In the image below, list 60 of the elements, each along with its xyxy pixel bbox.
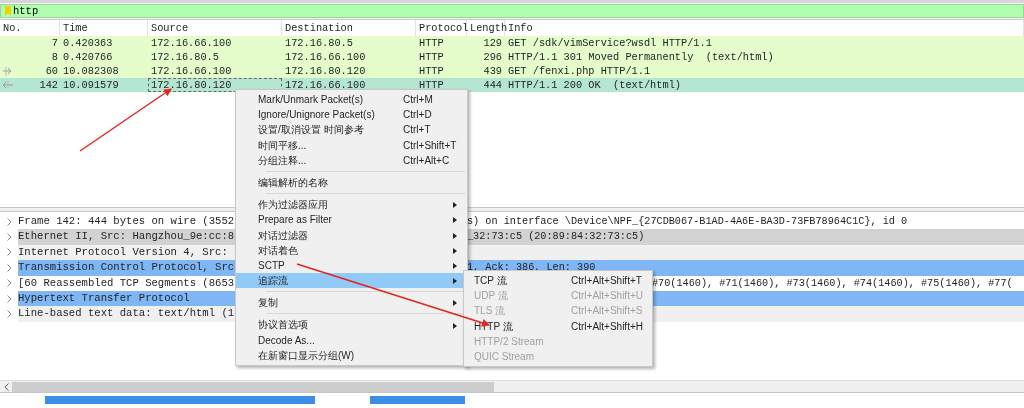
table-cell-text: 444 (482, 78, 503, 92)
table-cell-text: 172.16.80.5 (284, 36, 354, 50)
menu-item[interactable]: 编辑解析的名称 (236, 174, 467, 191)
detail-text: Ethernet II, Src: Hangzhou_9e:cc:8 (18, 229, 235, 245)
table-cell-text: 172.16.80.5 (150, 50, 220, 64)
menu-item[interactable]: Mark/Unmark Packet(s) Ctrl+M (236, 92, 467, 108)
menu-item[interactable]: Prepare as Filter (236, 212, 467, 228)
table-cell-text: HTTP/1.1 200 OK (text/html) (507, 78, 683, 92)
table-cell-text: 172.16.66.100 (150, 64, 233, 78)
table-cell-text: HTTP/1.1 301 Moved Permanently (text/html) (507, 50, 775, 64)
table-cell-text: HTTP (418, 36, 445, 50)
table-cell: 7 (51, 36, 58, 50)
menu-item[interactable]: 复制 (236, 295, 467, 311)
menu-item[interactable]: 对话过滤器 (236, 227, 467, 243)
detail-text: s) on interface \Device\NPF_{27CDB067-B1AD-4A6E-BA3D-73FB78964C1C}, id 0 (467, 215, 908, 229)
table-cell: 142 (39, 78, 58, 92)
table-cell-text: HTTP (418, 50, 445, 64)
table-cell-text: 129 (482, 36, 503, 50)
menu-item[interactable]: 设置/取消设置 时间参考 Ctrl+T (236, 122, 467, 138)
table-cell-text: 10.082308 (62, 64, 120, 78)
menu-item[interactable]: 时间平移... Ctrl+Shift+T (236, 137, 467, 153)
packet-row[interactable]: 8 0.420766 172.16.80.5 172.16.66.100 HTTP 296 HTTP/1.1 301 Moved Permanently (text/html) (0, 50, 1024, 64)
table-cell: 8 (51, 50, 58, 64)
detail-text: Line-based text data: text/html (1 (18, 306, 235, 322)
menu-item[interactable]: Ignore/Unignore Packet(s) Ctrl+D (236, 107, 467, 123)
table-cell-text: HTTP (418, 64, 445, 78)
packet-row[interactable]: 60 10.082308 172.16.66.100 172.16.80.120 HTTP 439 GET /fenxi.php HTTP/1.1 (0, 64, 1024, 78)
table-cell-text: 10.091579 (62, 78, 120, 92)
detail-text: _32:73:c5 (20:89:84:32:73:c5) (467, 230, 645, 245)
table-cell-text: 172.16.66.100 (284, 78, 367, 92)
detail-text: Frame 142: 444 bytes on wire (3552 (18, 214, 235, 229)
menu-item[interactable]: TCP 流 Ctrl+Alt+Shift+T (464, 273, 652, 289)
detail-text: [60 Reassembled TCP Segments (8653 (18, 275, 235, 291)
table-cell: 172.16.80.120 (148, 78, 282, 92)
table-cell-text: GET /sdk/vimService?wsdl HTTP/1.1 (507, 36, 713, 50)
table-cell-text: HTTP (418, 78, 445, 92)
menu-item[interactable]: 协议首选项 (236, 317, 467, 333)
filter-input[interactable]: http (11, 5, 211, 17)
table-cell-text: 172.16.66.100 (284, 50, 367, 64)
packet-row[interactable]: 7 0.420363 172.16.66.100 172.16.80.5 HTTP 129 GET /sdk/vimService?wsdl HTTP/1.1 (0, 36, 1024, 50)
menu-item[interactable]: 在新窗口显示分组(W) (236, 347, 467, 363)
horizontal-scrollbar[interactable] (0, 380, 1024, 392)
table-cell-text: 439 (482, 64, 503, 78)
table-cell: 60 (45, 64, 58, 78)
scroll-left-icon[interactable] (3, 382, 9, 391)
menu-item[interactable]: 对话着色 (236, 242, 467, 258)
menu-item[interactable]: 分组注释... Ctrl+Alt+C (236, 152, 467, 168)
packet-row[interactable]: 142 10.091579 172.16.80.120 172.16.66.100 HTTP 444 HTTP/1.1 200 OK (text/html) (0, 78, 1024, 92)
menu-item[interactable]: 作为过滤器应用 (236, 197, 467, 213)
detail-text: #70(1460), #71(1460), #73(1460), #74(1460), #75(1460), #77( (652, 276, 1013, 291)
table-cell-text: 0.420766 (62, 50, 114, 64)
table-cell-text: 172.16.66.100 (150, 36, 233, 50)
detail-text: Internet Protocol Version 4, Src: (18, 244, 229, 260)
table-cell-text: 172.16.80.120 (284, 64, 367, 78)
table-cell-text: 296 (482, 50, 503, 64)
detail-text: Transmission Control Protocol, Src (18, 260, 235, 276)
detail-text: Hypertext Transfer Protocol (18, 290, 191, 306)
menu-item[interactable]: Decode As... (236, 332, 467, 348)
table-cell-text: 0.420363 (62, 36, 114, 50)
table-cell-text: GET /fenxi.php HTTP/1.1 (507, 64, 652, 78)
